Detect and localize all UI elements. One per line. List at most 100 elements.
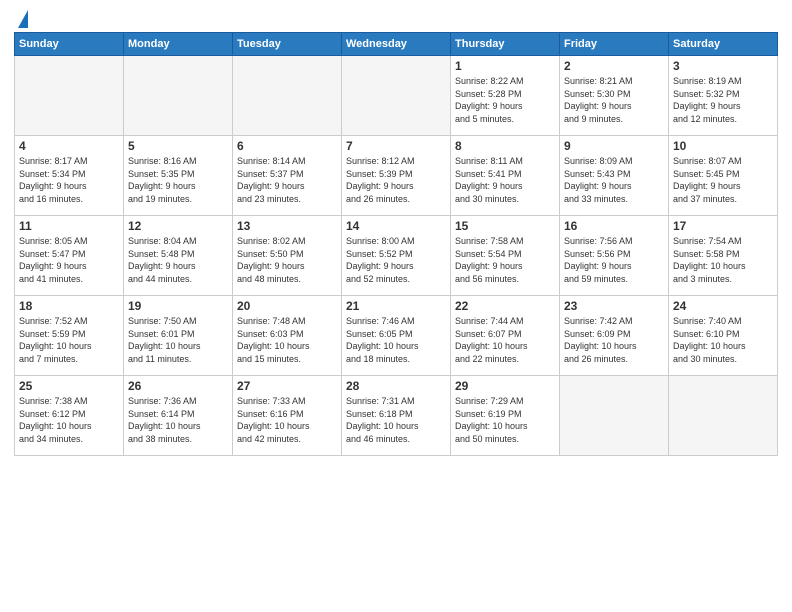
day-number: 27 [237,379,337,393]
day-info: Sunrise: 7:56 AM Sunset: 5:56 PM Dayligh… [564,235,664,285]
day-number: 5 [128,139,228,153]
logo-area [14,10,30,26]
calendar-cell: 13 Sunrise: 8:02 AM Sunset: 5:50 PM Dayli… [233,216,342,296]
calendar-cell: 7 Sunrise: 8:12 AM Sunset: 5:39 PM Daylig… [342,136,451,216]
calendar-cell: 26 Sunrise: 7:36 AM Sunset: 6:14 PM Dayli… [124,376,233,456]
calendar-cell [342,56,451,136]
calendar-week-row: 1 Sunrise: 8:22 AM Sunset: 5:28 PM Daylig… [15,56,778,136]
calendar-table: SundayMondayTuesdayWednesdayThursdayFrid… [14,32,778,456]
day-number: 18 [19,299,119,313]
day-number: 7 [346,139,446,153]
calendar-cell: 3 Sunrise: 8:19 AM Sunset: 5:32 PM Daylig… [669,56,778,136]
day-number: 29 [455,379,555,393]
calendar-cell: 21 Sunrise: 7:46 AM Sunset: 6:05 PM Dayli… [342,296,451,376]
day-number: 19 [128,299,228,313]
day-info: Sunrise: 7:42 AM Sunset: 6:09 PM Dayligh… [564,315,664,365]
day-number: 8 [455,139,555,153]
calendar-cell [560,376,669,456]
day-info: Sunrise: 7:46 AM Sunset: 6:05 PM Dayligh… [346,315,446,365]
day-number: 6 [237,139,337,153]
day-number: 20 [237,299,337,313]
calendar-cell: 5 Sunrise: 8:16 AM Sunset: 5:35 PM Daylig… [124,136,233,216]
calendar-cell: 1 Sunrise: 8:22 AM Sunset: 5:28 PM Daylig… [451,56,560,136]
day-info: Sunrise: 8:11 AM Sunset: 5:41 PM Dayligh… [455,155,555,205]
day-info: Sunrise: 8:02 AM Sunset: 5:50 PM Dayligh… [237,235,337,285]
calendar-cell: 10Sunrise: 8:07 AM Sunset: 5:45 PM Dayli… [669,136,778,216]
day-number: 21 [346,299,446,313]
day-info: Sunrise: 7:44 AM Sunset: 6:07 PM Dayligh… [455,315,555,365]
day-number: 11 [19,219,119,233]
day-number: 2 [564,59,664,73]
calendar-cell: 19 Sunrise: 7:50 AM Sunset: 6:01 PM Dayli… [124,296,233,376]
calendar-cell: 28Sunrise: 7:31 AM Sunset: 6:18 PM Dayli… [342,376,451,456]
calendar-week-row: 11 Sunrise: 8:05 AM Sunset: 5:47 PM Dayli… [15,216,778,296]
calendar-cell: 29Sunrise: 7:29 AM Sunset: 6:19 PM Dayli… [451,376,560,456]
day-info: Sunrise: 8:09 AM Sunset: 5:43 PM Dayligh… [564,155,664,205]
day-number: 9 [564,139,664,153]
day-info: Sunrise: 8:19 AM Sunset: 5:32 PM Dayligh… [673,75,773,125]
weekday-header-monday: Monday [124,33,233,56]
day-number: 12 [128,219,228,233]
day-info: Sunrise: 8:05 AM Sunset: 5:47 PM Dayligh… [19,235,119,285]
day-number: 26 [128,379,228,393]
day-info: Sunrise: 8:22 AM Sunset: 5:28 PM Dayligh… [455,75,555,125]
calendar-cell: 25 Sunrise: 7:38 AM Sunset: 6:12 PM Dayli… [15,376,124,456]
day-info: Sunrise: 7:50 AM Sunset: 6:01 PM Dayligh… [128,315,228,365]
calendar-week-row: 18 Sunrise: 7:52 AM Sunset: 5:59 PM Dayli… [15,296,778,376]
calendar-cell: 9 Sunrise: 8:09 AM Sunset: 5:43 PM Daylig… [560,136,669,216]
calendar-cell [124,56,233,136]
day-number: 3 [673,59,773,73]
weekday-header-tuesday: Tuesday [233,33,342,56]
calendar-week-row: 4 Sunrise: 8:17 AM Sunset: 5:34 PM Daylig… [15,136,778,216]
logo [14,10,30,30]
day-number: 16 [564,219,664,233]
weekday-header-sunday: Sunday [15,33,124,56]
calendar-cell: 6 Sunrise: 8:14 AM Sunset: 5:37 PM Daylig… [233,136,342,216]
calendar-week-row: 25 Sunrise: 7:38 AM Sunset: 6:12 PM Dayli… [15,376,778,456]
day-info: Sunrise: 8:17 AM Sunset: 5:34 PM Dayligh… [19,155,119,205]
day-info: Sunrise: 7:33 AM Sunset: 6:16 PM Dayligh… [237,395,337,445]
day-number: 24 [673,299,773,313]
day-info: Sunrise: 7:58 AM Sunset: 5:54 PM Dayligh… [455,235,555,285]
day-info: Sunrise: 7:36 AM Sunset: 6:14 PM Dayligh… [128,395,228,445]
day-info: Sunrise: 7:40 AM Sunset: 6:10 PM Dayligh… [673,315,773,365]
calendar-cell: 12 Sunrise: 8:04 AM Sunset: 5:48 PM Dayli… [124,216,233,296]
calendar-cell: 23 Sunrise: 7:42 AM Sunset: 6:09 PM Dayli… [560,296,669,376]
weekday-header-friday: Friday [560,33,669,56]
day-info: Sunrise: 8:16 AM Sunset: 5:35 PM Dayligh… [128,155,228,205]
day-number: 13 [237,219,337,233]
day-number: 23 [564,299,664,313]
calendar-cell: 20 Sunrise: 7:48 AM Sunset: 6:03 PM Dayli… [233,296,342,376]
day-number: 10 [673,139,773,153]
day-number: 1 [455,59,555,73]
day-number: 22 [455,299,555,313]
day-info: Sunrise: 8:12 AM Sunset: 5:39 PM Dayligh… [346,155,446,205]
day-number: 17 [673,219,773,233]
day-info: Sunrise: 8:21 AM Sunset: 5:30 PM Dayligh… [564,75,664,125]
calendar-cell [15,56,124,136]
calendar-cell: 17 Sunrise: 7:54 AM Sunset: 5:58 PM Dayli… [669,216,778,296]
calendar-cell: 27 Sunrise: 7:33 AM Sunset: 6:16 PM Dayli… [233,376,342,456]
calendar-cell [233,56,342,136]
day-number: 28 [346,379,446,393]
weekday-header-thursday: Thursday [451,33,560,56]
calendar-cell: 18 Sunrise: 7:52 AM Sunset: 5:59 PM Dayli… [15,296,124,376]
day-number: 14 [346,219,446,233]
page: SundayMondayTuesdayWednesdayThursdayFrid… [0,0,792,612]
day-number: 4 [19,139,119,153]
day-number: 25 [19,379,119,393]
calendar-cell: 16 Sunrise: 7:56 AM Sunset: 5:56 PM Dayli… [560,216,669,296]
day-info: Sunrise: 7:38 AM Sunset: 6:12 PM Dayligh… [19,395,119,445]
calendar-cell: 14Sunrise: 8:00 AM Sunset: 5:52 PM Dayli… [342,216,451,296]
calendar-cell: 15Sunrise: 7:58 AM Sunset: 5:54 PM Dayli… [451,216,560,296]
calendar-cell: 8 Sunrise: 8:11 AM Sunset: 5:41 PM Daylig… [451,136,560,216]
day-info: Sunrise: 7:52 AM Sunset: 5:59 PM Dayligh… [19,315,119,365]
day-info: Sunrise: 7:54 AM Sunset: 5:58 PM Dayligh… [673,235,773,285]
day-info: Sunrise: 8:04 AM Sunset: 5:48 PM Dayligh… [128,235,228,285]
weekday-header-wednesday: Wednesday [342,33,451,56]
calendar-cell: 2 Sunrise: 8:21 AM Sunset: 5:30 PM Daylig… [560,56,669,136]
day-info: Sunrise: 7:48 AM Sunset: 6:03 PM Dayligh… [237,315,337,365]
calendar-cell: 22 Sunrise: 7:44 AM Sunset: 6:07 PM Dayli… [451,296,560,376]
logo-triangle-icon [18,10,28,28]
day-info: Sunrise: 8:14 AM Sunset: 5:37 PM Dayligh… [237,155,337,205]
